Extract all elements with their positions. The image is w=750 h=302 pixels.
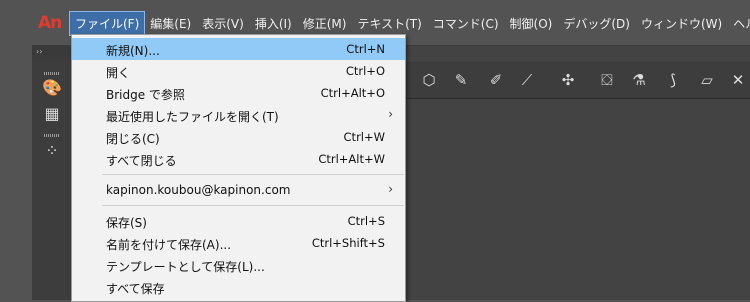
tools-toolbar: ⬡ ✎ ✐ ⟋ ✣ ⛋ ⚗ ⟆ ▱ ✕ bbox=[405, 62, 750, 99]
menu-separator bbox=[102, 174, 404, 175]
menu-item-label: kapinon.koubou@kapinon.com bbox=[106, 183, 291, 197]
width-icon[interactable]: ✕ bbox=[728, 70, 748, 90]
file-menu-item-12[interactable]: すべて保存 bbox=[72, 276, 405, 298]
menu-item-label: 保存(S) bbox=[106, 216, 147, 230]
menu-item-4[interactable]: 修正(M) bbox=[298, 12, 352, 35]
menu-item-2[interactable]: 表示(V) bbox=[197, 12, 249, 35]
file-menu-item-1[interactable]: 開く Ctrl+O bbox=[72, 60, 405, 82]
paint-bucket-icon[interactable]: ⛋ bbox=[597, 70, 617, 90]
panel-grip[interactable] bbox=[44, 134, 60, 137]
menu-item-shortcut: Ctrl+N bbox=[346, 42, 385, 56]
app-window: An ファイル(F) 編集(E) 表示(V) 挿入(I) 修正(M) テキスト(T) コマン… bbox=[0, 0, 750, 302]
menu-item-shortcut: Ctrl+Shift+S bbox=[311, 236, 385, 250]
file-menu-dropdown: 新規(N)... Ctrl+N 開く Ctrl+O Bridge で参照 Ctrl+Alt… bbox=[71, 34, 406, 302]
menu-item-label: 最近使用したファイルを開く(T) bbox=[106, 110, 279, 124]
menu-item-label: 開く bbox=[106, 66, 131, 80]
left-edge-strip bbox=[0, 0, 33, 300]
menu-item-0[interactable]: ファイル(F) bbox=[68, 11, 146, 36]
file-menu-item-5[interactable]: すべて閉じる Ctrl+Alt+W bbox=[72, 148, 405, 170]
file-menu-item-4[interactable]: 閉じる(C) Ctrl+W bbox=[72, 126, 405, 148]
menu-item-label: Bridge で参照 bbox=[106, 88, 185, 102]
menu-item-label: 閉じる(C) bbox=[106, 132, 160, 146]
submenu-arrow-icon: › bbox=[388, 107, 393, 121]
menu-item-1[interactable]: 編集(E) bbox=[145, 12, 196, 35]
file-menu-item-7[interactable]: kapinon.koubou@kapinon.com › bbox=[72, 179, 405, 201]
file-menu-item-0[interactable]: 新規(N)... Ctrl+N bbox=[72, 38, 405, 60]
menu-item-shortcut: Ctrl+W bbox=[343, 130, 385, 144]
menu-item-label: テンプレートとして保存(L)... bbox=[106, 260, 265, 274]
animate-logo: An bbox=[38, 13, 62, 33]
menu-item-10[interactable]: ヘルプ bbox=[728, 12, 750, 35]
color-palette-icon[interactable]: 🎨 bbox=[42, 78, 62, 98]
bone-icon[interactable]: ✣ bbox=[558, 70, 578, 90]
brush-icon[interactable]: ⟋ bbox=[517, 70, 537, 90]
file-menu-item-10[interactable]: 名前を付けて保存(A)... Ctrl+Shift+S bbox=[72, 232, 405, 254]
menu-item-9[interactable]: ウィンドウ(W) bbox=[636, 12, 727, 35]
file-menu-item-9[interactable]: 保存(S) Ctrl+S bbox=[72, 210, 405, 232]
menu-item-8[interactable]: デバッグ(D) bbox=[558, 12, 635, 35]
menu-item-shortcut: Ctrl+Alt+W bbox=[318, 152, 385, 166]
eraser-icon[interactable]: ▱ bbox=[697, 70, 717, 90]
paintbrush-icon[interactable]: ✐ bbox=[486, 70, 506, 90]
file-menu-item-3[interactable]: 最近使用したファイルを開く(T) › bbox=[72, 104, 405, 126]
menu-item-6[interactable]: コマンド(C) bbox=[428, 12, 504, 35]
menu-item-label: すべて保存 bbox=[106, 282, 165, 296]
file-menu-item-2[interactable]: Bridge で参照 Ctrl+Alt+O bbox=[72, 82, 405, 104]
menu-item-label: 名前を付けて保存(A)... bbox=[106, 238, 232, 252]
menu-item-shortcut: Ctrl+S bbox=[347, 214, 385, 228]
menu-item-label: すべて閉じる bbox=[106, 154, 177, 168]
menu-item-7[interactable]: 制御(O) bbox=[505, 12, 558, 35]
eyedropper-icon[interactable]: ⟆ bbox=[663, 70, 683, 90]
collapse-panel-button[interactable]: ›› bbox=[32, 46, 72, 58]
file-menu-item-11[interactable]: テンプレートとして保存(L)... bbox=[72, 254, 405, 276]
pencil-icon[interactable]: ✎ bbox=[451, 70, 471, 90]
menu-item-shortcut: Ctrl+O bbox=[345, 64, 385, 78]
submenu-arrow-icon: › bbox=[388, 182, 393, 196]
menu-item-shortcut: Ctrl+Alt+O bbox=[320, 86, 385, 100]
grid-icon[interactable]: ▦ bbox=[42, 104, 62, 124]
menu-separator bbox=[102, 205, 404, 206]
dots-icon[interactable]: ⁘ bbox=[42, 141, 62, 161]
ink-bottle-icon[interactable]: ⚗ bbox=[629, 70, 649, 90]
polystar-icon[interactable]: ⬡ bbox=[419, 70, 439, 90]
menu-bar-items: ファイル(F) 編集(E) 表示(V) 挿入(I) 修正(M) テキスト(T) コマンド(C… bbox=[68, 11, 750, 36]
menu-item-5[interactable]: テキスト(T) bbox=[352, 12, 426, 35]
tool-panel: ›› 🎨 ▦ ⁘ bbox=[32, 46, 73, 300]
panel-grip[interactable] bbox=[44, 72, 60, 75]
menu-item-3[interactable]: 挿入(I) bbox=[250, 12, 297, 35]
menu-item-label: 新規(N)... bbox=[106, 44, 160, 58]
